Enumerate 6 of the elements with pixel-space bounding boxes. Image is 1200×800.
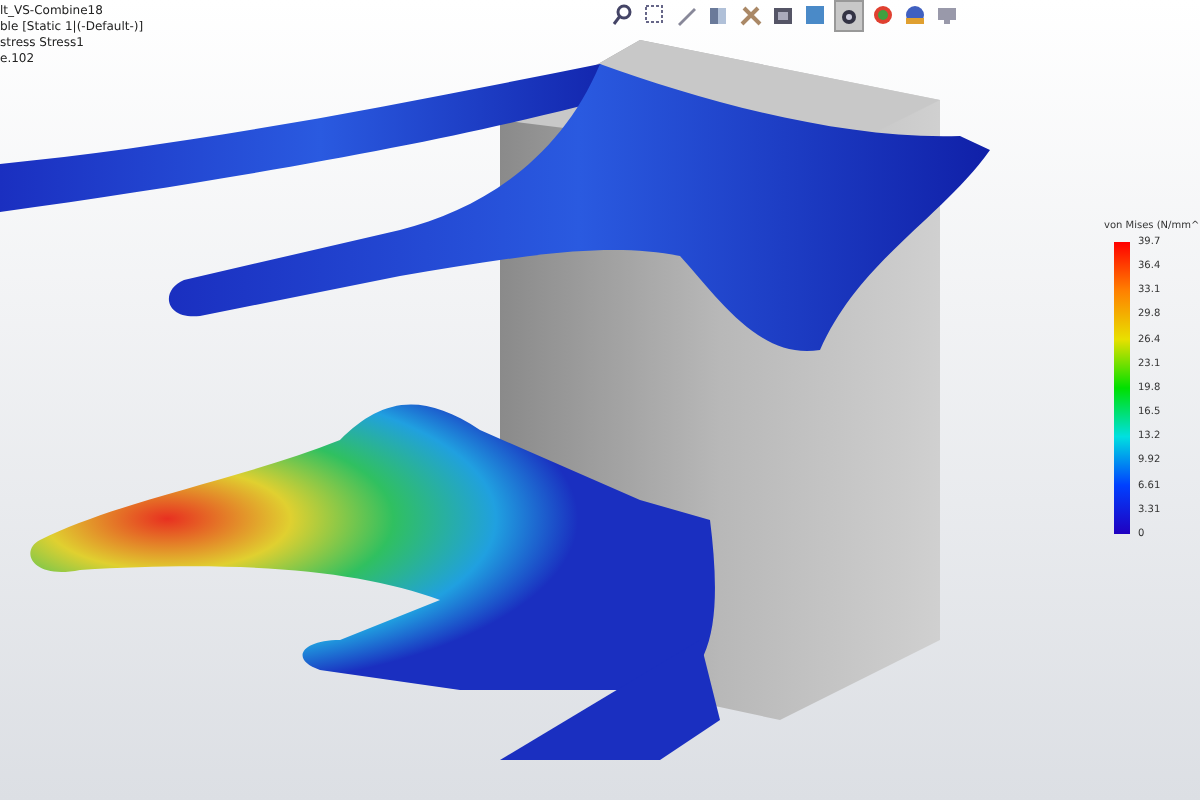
search-tool[interactable] — [610, 0, 636, 28]
search-icon — [610, 1, 636, 27]
zoom-area-tool[interactable] — [642, 0, 668, 28]
color-wheel-icon — [870, 1, 896, 27]
color-wheel-tool[interactable] — [870, 0, 896, 28]
zoom-area-icon — [642, 1, 668, 27]
